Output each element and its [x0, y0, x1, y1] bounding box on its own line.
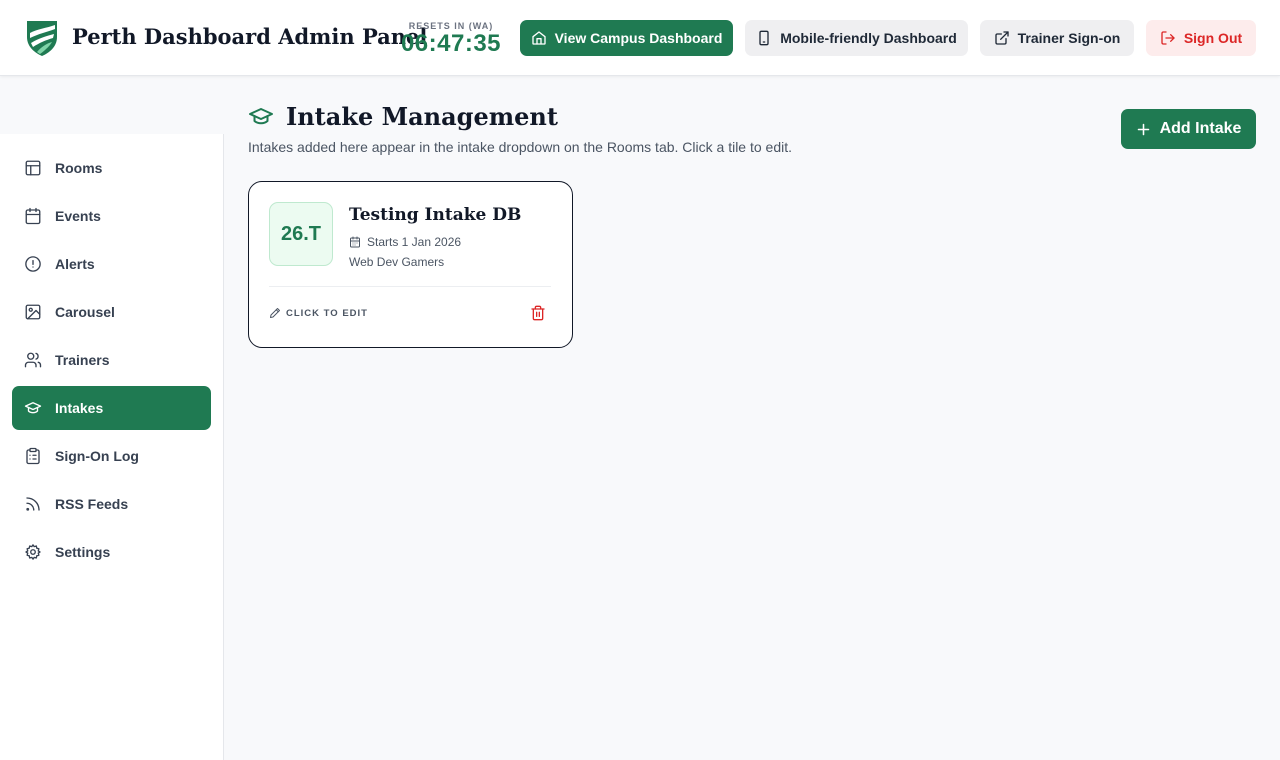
external-link-icon: [994, 31, 1009, 45]
trainer-sign-on-label: Trainer Sign-on: [1017, 30, 1121, 46]
add-intake-button[interactable]: Add Intake: [1121, 109, 1256, 149]
trash-icon[interactable]: [530, 305, 546, 321]
sign-out-label: Sign Out: [1183, 30, 1243, 46]
log-out-icon: [1161, 31, 1175, 45]
sidebar-item-settings[interactable]: Settings: [12, 530, 211, 574]
shield-logo-icon: [27, 21, 57, 56]
sidebar-item-label: RSS Feeds: [55, 496, 129, 512]
view-campus-dashboard-label: View Campus Dashboard: [554, 30, 723, 46]
card-divider: [269, 286, 551, 287]
graduation-cap-icon: [24, 402, 42, 414]
graduation-cap-icon: [249, 108, 273, 125]
clipboard-icon: [26, 447, 40, 465]
sidebar-item-events[interactable]: Events: [12, 194, 211, 238]
mobile-dashboard-label: Mobile-friendly Dashboard: [780, 30, 957, 46]
click-to-edit-hint: CLICK TO EDIT: [269, 307, 368, 319]
plus-icon: [1137, 123, 1149, 135]
intake-name: Testing Intake DB: [349, 205, 522, 225]
sidebar-item-sign-on-log[interactable]: Sign-On Log: [12, 434, 211, 478]
add-intake-label: Add Intake: [1159, 120, 1242, 137]
sidebar-item-label: Rooms: [55, 160, 103, 176]
reset-timer: RESETS IN (WA) 06:47:35: [398, 21, 504, 57]
calendar-icon: [350, 236, 360, 248]
sidebar-item-rooms[interactable]: Rooms: [12, 146, 211, 190]
click-to-edit-label: CLICK TO EDIT: [286, 307, 368, 319]
rss-icon: [26, 497, 40, 511]
sidebar-item-label: Intakes: [55, 400, 104, 416]
smartphone-icon: [759, 30, 769, 46]
image-icon: [25, 304, 41, 320]
sidebar-item-label: Trainers: [55, 352, 110, 368]
sidebar-item-intakes[interactable]: Intakes: [12, 386, 211, 430]
app-title: Perth Dashboard Admin Panel: [72, 24, 428, 49]
sign-out-button[interactable]: Sign Out: [1146, 20, 1256, 56]
layout-icon: [25, 160, 41, 176]
timer-value: 06:47:35: [400, 30, 502, 57]
alert-circle-icon: [25, 256, 41, 272]
intake-start-date: Starts 1 Jan 2026: [367, 235, 462, 249]
intake-group: Web Dev Gamers: [349, 255, 445, 269]
intake-code-badge: 26.T: [269, 202, 333, 266]
sidebar-item-label: Sign-On Log: [55, 448, 139, 464]
intake-start-row: Starts 1 Jan 2026: [349, 235, 461, 249]
home-icon: [531, 31, 546, 45]
sidebar-item-label: Events: [55, 208, 101, 224]
mobile-dashboard-button[interactable]: Mobile-friendly Dashboard: [745, 20, 968, 56]
sidebar-item-carousel[interactable]: Carousel: [12, 290, 211, 334]
view-campus-dashboard-button[interactable]: View Campus Dashboard: [520, 20, 733, 56]
page-subtitle: Intakes added here appear in the intake …: [248, 139, 793, 155]
users-icon: [24, 352, 42, 368]
sidebar-item-label: Settings: [55, 544, 111, 560]
sidebar-item-rss-feeds[interactable]: RSS Feeds: [12, 482, 211, 526]
calendar-icon: [25, 207, 41, 225]
top-header: Perth Dashboard Admin Panel RESETS IN (W…: [0, 0, 1280, 76]
sidebar: Rooms Events Alerts Carousel Trainers In…: [0, 134, 224, 760]
gear-icon: [25, 544, 41, 560]
pencil-icon: [270, 308, 280, 318]
page-title: Intake Management: [286, 102, 558, 131]
trainer-sign-on-button[interactable]: Trainer Sign-on: [980, 20, 1134, 56]
sidebar-item-label: Carousel: [55, 304, 115, 320]
sidebar-item-alerts[interactable]: Alerts: [12, 242, 211, 286]
sidebar-item-trainers[interactable]: Trainers: [12, 338, 211, 382]
intake-card[interactable]: 26.T Testing Intake DB Starts 1 Jan 2026…: [248, 181, 573, 348]
sidebar-item-label: Alerts: [55, 256, 95, 272]
